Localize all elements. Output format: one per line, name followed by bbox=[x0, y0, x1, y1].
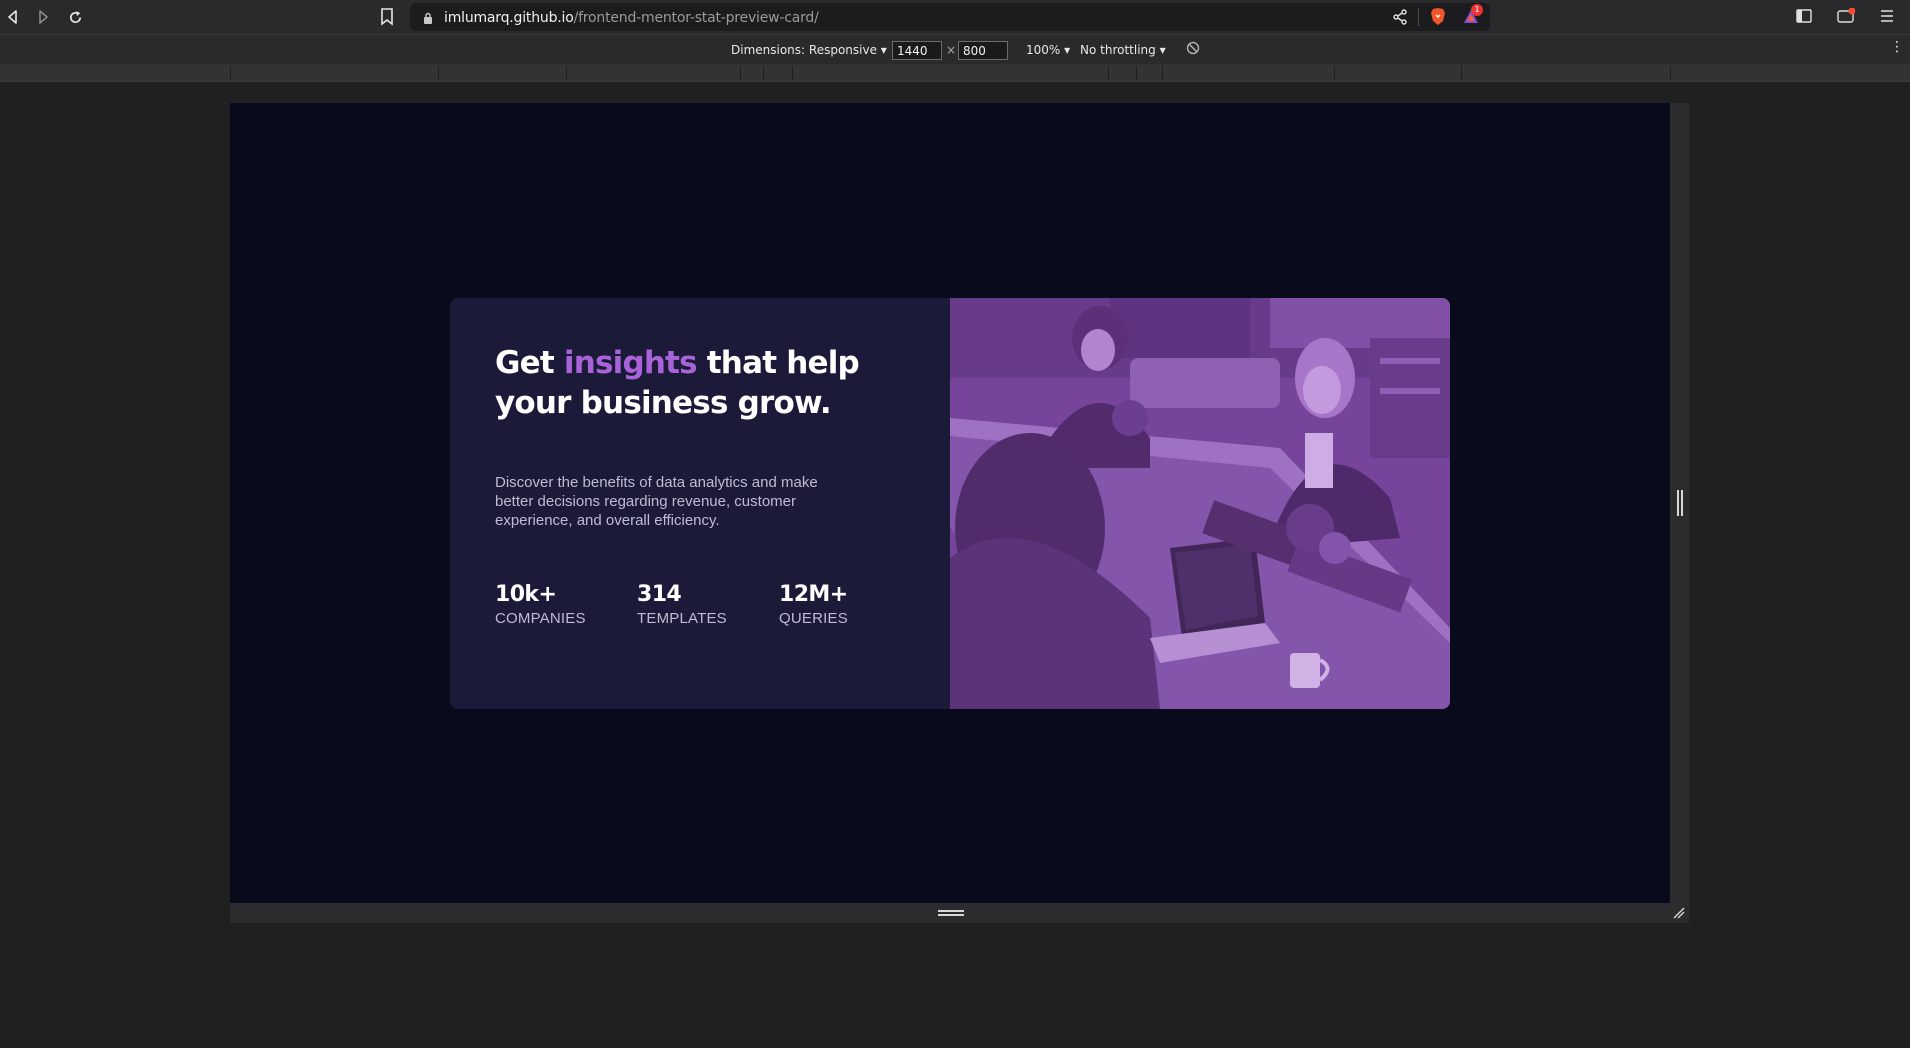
stat-queries: 12M+ QUERIES bbox=[779, 582, 921, 627]
office-photo bbox=[950, 298, 1450, 709]
stat-companies: 10k+ COMPANIES bbox=[495, 582, 637, 627]
media-query-ruler bbox=[0, 64, 1910, 82]
header-image bbox=[950, 298, 1450, 709]
ruler-tick bbox=[1162, 66, 1163, 80]
ruler-tick bbox=[792, 66, 793, 80]
stat-value: 314 bbox=[637, 582, 682, 607]
viewport-resize-handle-right[interactable] bbox=[1670, 103, 1689, 903]
address-bar[interactable]: imlumarq.github.io/frontend-mentor-stat-… bbox=[410, 3, 1490, 31]
more-options-icon[interactable]: ⋮ bbox=[1890, 39, 1904, 55]
zoom-dropdown[interactable]: 100% ▾ bbox=[1026, 43, 1070, 57]
bookmark-icon[interactable] bbox=[380, 8, 394, 26]
url-text[interactable]: imlumarq.github.io/frontend-mentor-stat-… bbox=[444, 10, 819, 26]
ruler-tick bbox=[1670, 66, 1671, 80]
stat-value: 12M+ bbox=[779, 582, 848, 607]
wallet-icon[interactable] bbox=[1837, 7, 1856, 29]
stat-label: COMPANIES bbox=[495, 610, 586, 627]
rewards-badge: 1 bbox=[1471, 4, 1483, 16]
lock-icon bbox=[423, 11, 433, 24]
url-path: /frontend-mentor-stat-preview-card/ bbox=[573, 10, 819, 26]
menu-icon[interactable] bbox=[1880, 9, 1894, 28]
card-heading: Get insights that help your business gro… bbox=[495, 343, 895, 423]
stat-preview-card: Get insights that help your business gro… bbox=[450, 298, 1450, 709]
resize-grip-line bbox=[1681, 490, 1683, 516]
card-description: Discover the benefits of data analytics … bbox=[495, 474, 818, 529]
ruler-tick bbox=[1334, 66, 1335, 80]
height-input[interactable] bbox=[958, 41, 1008, 60]
rotate-icon[interactable] bbox=[1186, 41, 1200, 58]
ruler-tick bbox=[1136, 66, 1137, 80]
zoom-value: 100% bbox=[1026, 43, 1061, 57]
stats-row: 10k+ COMPANIES 314 TEMPLATES 12M+ QUERIE… bbox=[495, 582, 921, 627]
reload-icon[interactable] bbox=[64, 6, 86, 28]
device-toolbar: Dimensions: Responsive ▾ × 100% ▾ No thr… bbox=[0, 34, 1910, 64]
stat-label: TEMPLATES bbox=[637, 610, 727, 627]
url-host: imlumarq.github.io bbox=[444, 10, 574, 26]
stat-templates: 314 TEMPLATES bbox=[637, 582, 779, 627]
stat-label: QUERIES bbox=[779, 610, 848, 627]
brave-rewards-icon[interactable]: 1 bbox=[1462, 4, 1483, 31]
ruler-tick bbox=[230, 66, 231, 80]
forward-icon[interactable] bbox=[32, 6, 54, 28]
ruler-tick bbox=[740, 66, 741, 80]
back-icon[interactable] bbox=[2, 6, 24, 28]
emulated-viewport: Get insights that help your business gro… bbox=[230, 103, 1670, 903]
heading-text-start: Get bbox=[495, 345, 564, 381]
throttling-dropdown[interactable]: No throttling ▾ bbox=[1080, 43, 1166, 57]
times-sign: × bbox=[946, 43, 957, 57]
resize-grip-line bbox=[938, 910, 964, 912]
card-content: Get insights that help your business gro… bbox=[450, 298, 950, 709]
stat-value: 10k+ bbox=[495, 582, 557, 607]
heading-accent: insights bbox=[563, 345, 698, 381]
ruler-tick bbox=[763, 66, 764, 80]
brave-shield-icon[interactable] bbox=[1430, 7, 1446, 31]
ruler-tick bbox=[566, 66, 567, 80]
resize-grip-line bbox=[938, 914, 964, 916]
browser-toolbar: imlumarq.github.io/frontend-mentor-stat-… bbox=[0, 0, 1910, 34]
dimensions-label: Dimensions: Responsive bbox=[731, 43, 877, 57]
urlbar-divider bbox=[1418, 8, 1419, 26]
dimensions-dropdown[interactable]: Dimensions: Responsive ▾ bbox=[731, 43, 887, 57]
ruler-tick bbox=[1108, 66, 1109, 80]
share-icon[interactable] bbox=[1393, 9, 1407, 30]
ruler-tick bbox=[438, 66, 439, 80]
resize-grip-line bbox=[1677, 490, 1679, 516]
sidebar-icon[interactable] bbox=[1796, 9, 1812, 28]
throttling-value: No throttling bbox=[1080, 43, 1156, 57]
corner-resize-icon[interactable] bbox=[1672, 906, 1685, 924]
width-input[interactable] bbox=[892, 41, 942, 60]
ruler-tick bbox=[1461, 66, 1462, 80]
viewport-resize-handle-bottom[interactable] bbox=[230, 903, 1689, 923]
